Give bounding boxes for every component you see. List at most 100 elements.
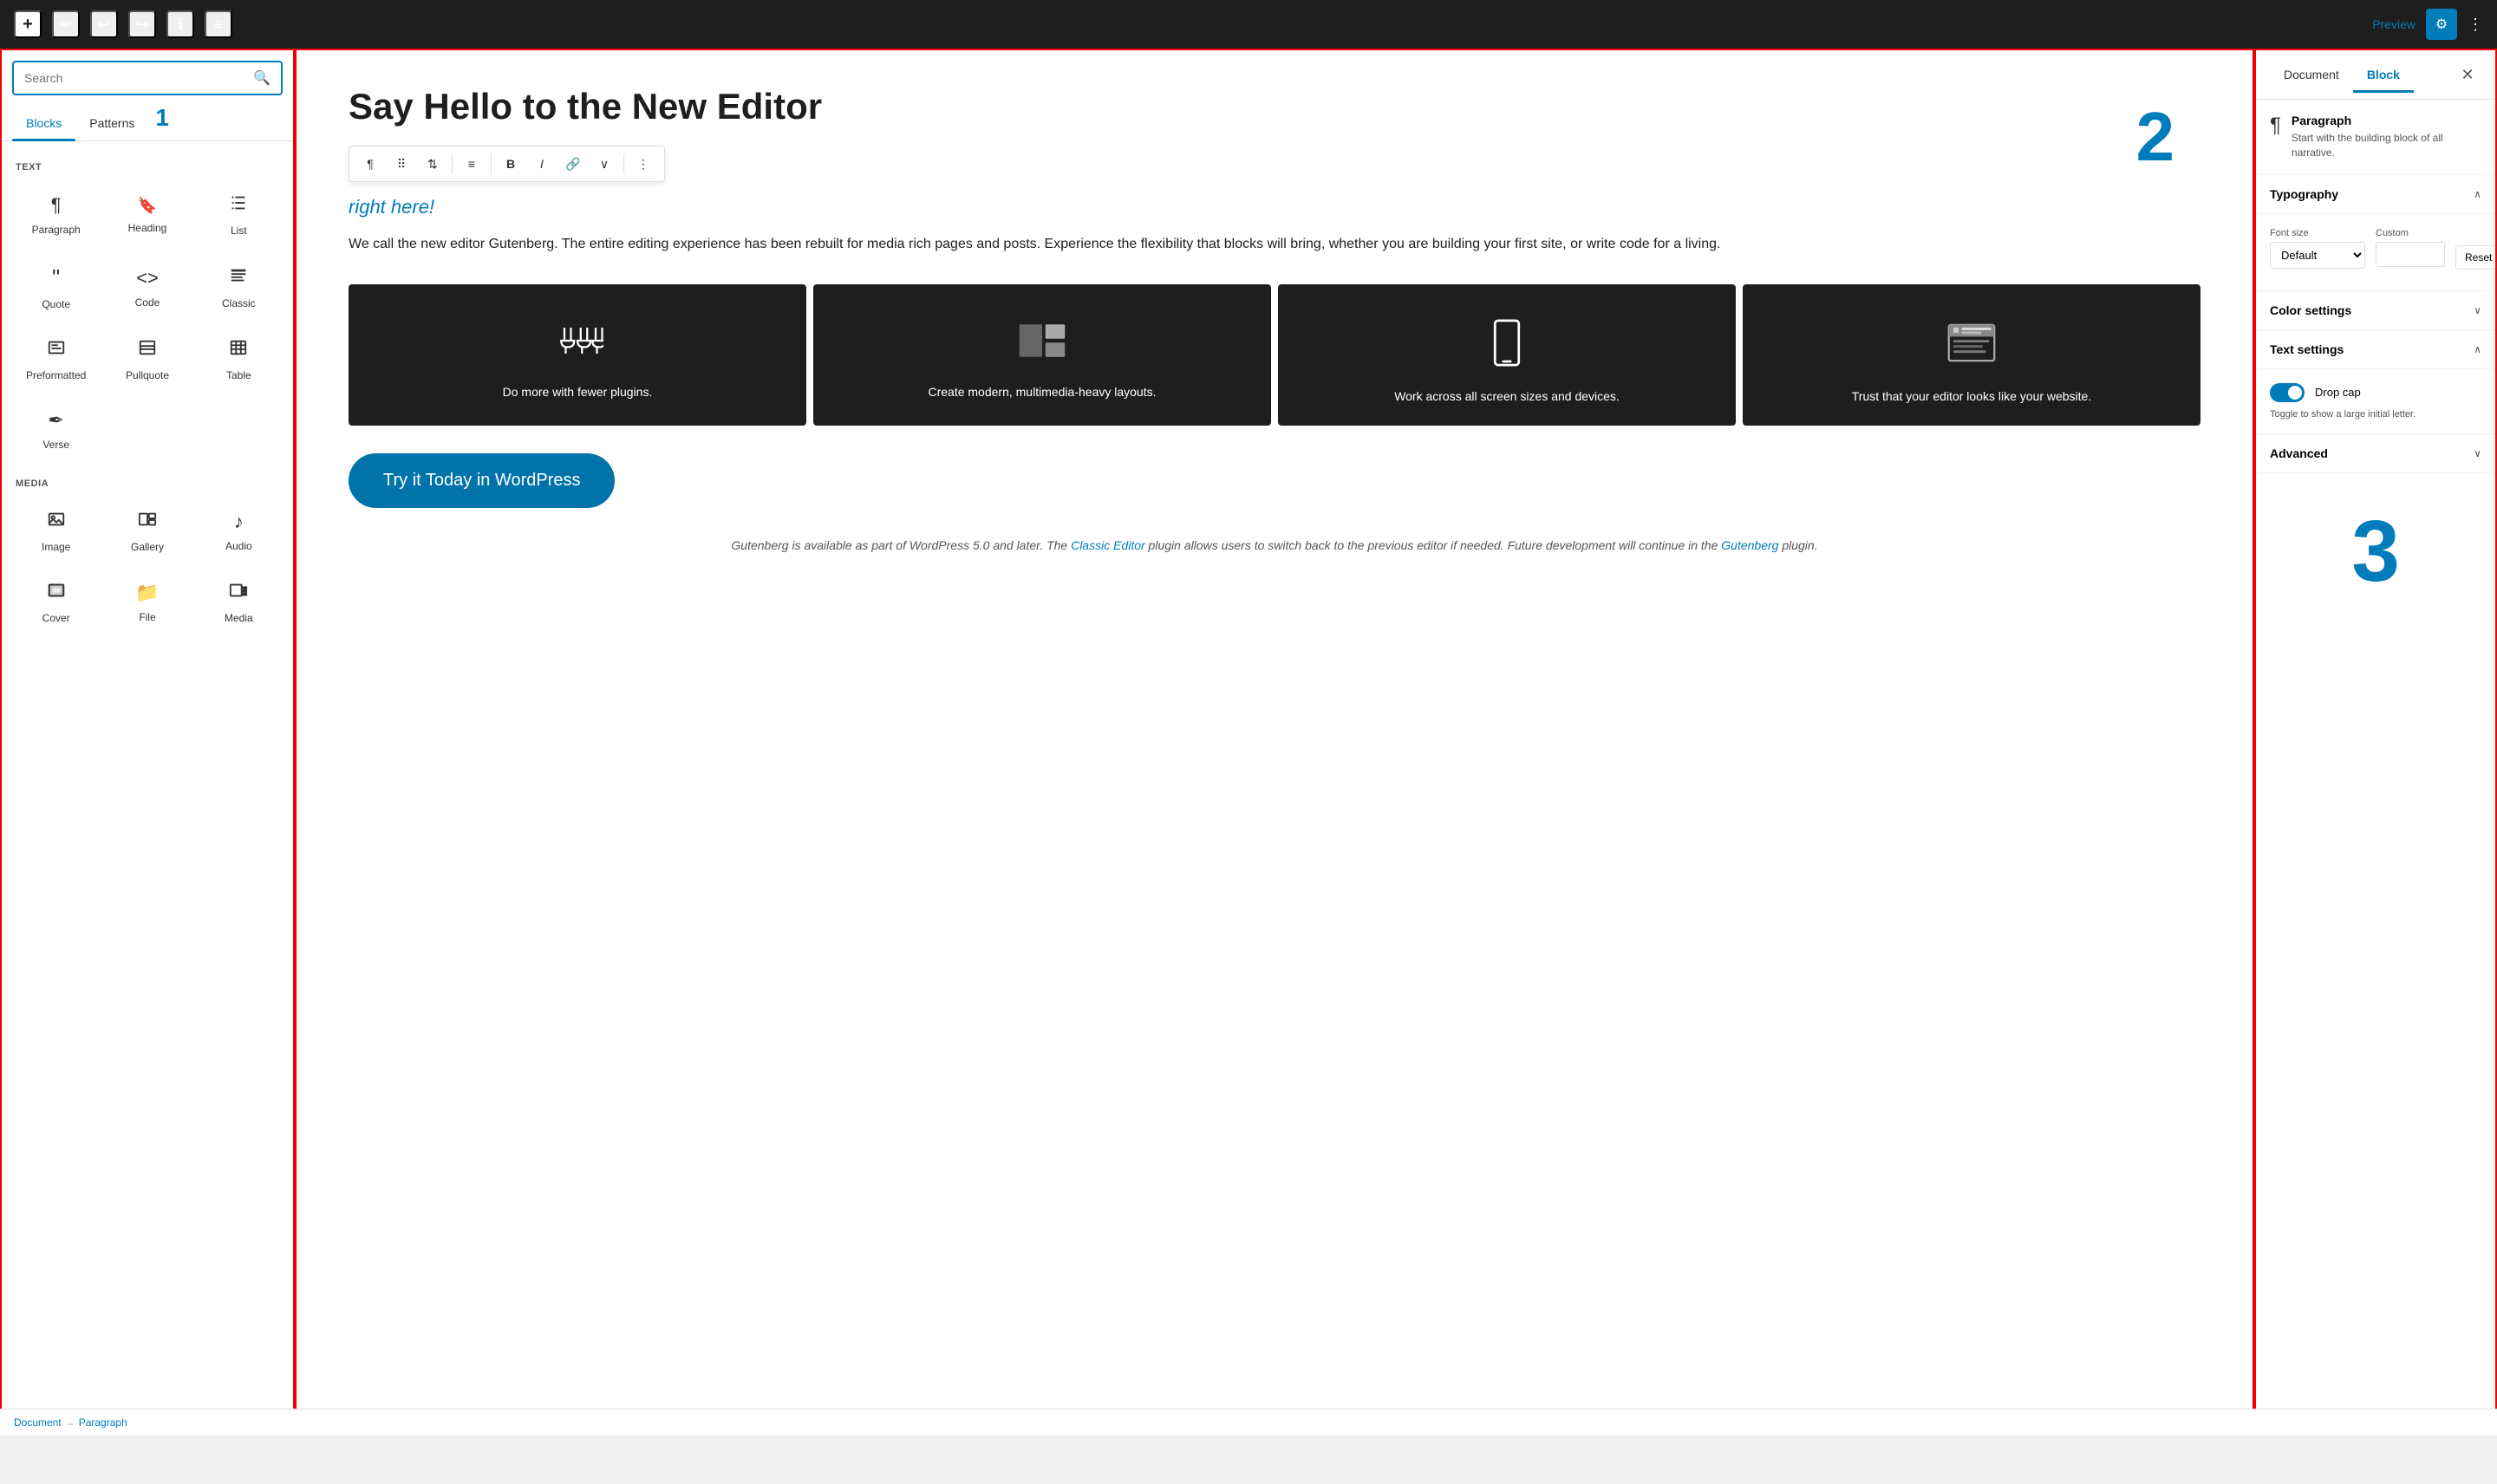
block-code[interactable]: <> Code <box>103 251 191 321</box>
section-number-1: 1 <box>155 106 169 140</box>
drop-cap-toggle[interactable] <box>2270 383 2305 402</box>
paragraph-type-button[interactable]: ¶ <box>356 150 384 178</box>
topbar-left: + ✏ ↩ ↪ ℹ ≡ <box>14 10 232 38</box>
custom-size-col: Custom <box>2376 228 2445 267</box>
more-formatting-button[interactable]: ∨ <box>590 150 618 178</box>
cta-button[interactable]: Try it Today in WordPress <box>349 453 615 508</box>
block-preformatted[interactable]: Preformatted <box>12 324 100 392</box>
italic-button[interactable]: I <box>528 150 556 178</box>
link-button[interactable]: 🔗 <box>559 150 587 178</box>
block-paragraph[interactable]: ¶ Paragraph <box>12 179 100 247</box>
info-icon[interactable]: ℹ <box>166 10 194 38</box>
selected-text[interactable]: right here! <box>349 196 2200 218</box>
move-up-down-button[interactable]: ⇅ <box>419 150 447 178</box>
text-settings-chevron: ∧ <box>2474 343 2481 355</box>
block-options-button[interactable]: ⋮ <box>629 150 657 178</box>
text-settings-content: Drop cap Toggle to show a large initial … <box>2256 369 2495 434</box>
block-list-label: List <box>231 225 247 237</box>
classic-editor-link[interactable]: Classic Editor <box>1071 538 1145 552</box>
more-options-button[interactable]: ⋮ <box>2468 16 2483 34</box>
block-gallery[interactable]: Gallery <box>103 496 191 563</box>
feature-text-3: Work across all screen sizes and devices… <box>1394 388 1620 406</box>
block-list[interactable]: List <box>195 179 283 247</box>
add-block-button[interactable]: + <box>14 10 42 38</box>
search-box[interactable]: 🔍 <box>12 61 283 95</box>
block-audio[interactable]: ♪ Audio <box>195 496 283 563</box>
pencil-icon[interactable]: ✏ <box>52 10 80 38</box>
block-preformatted-label: Preformatted <box>26 369 86 381</box>
typography-section-header[interactable]: Typography ∧ <box>2256 175 2495 214</box>
color-settings-section-header[interactable]: Color settings ∨ <box>2256 291 2495 330</box>
number-badge-3: 3 <box>2256 473 2495 629</box>
panel-tab-document[interactable]: Document <box>2270 57 2353 92</box>
block-code-label: Code <box>135 296 160 309</box>
block-image[interactable]: Image <box>12 496 100 563</box>
block-table[interactable]: Table <box>195 324 283 392</box>
block-pullquote[interactable]: Pullquote <box>103 324 191 392</box>
classic-icon <box>229 266 248 290</box>
block-toolbar: ¶ ⠿ ⇅ ≡ B I 🔗 ∨ ⋮ <box>349 146 665 182</box>
block-quote[interactable]: " Quote <box>12 251 100 321</box>
breadcrumb-arrow: → <box>65 1416 75 1429</box>
right-panel: Document Block ✕ ¶ Paragraph Start with … <box>2254 49 2497 1435</box>
tab-blocks[interactable]: Blocks <box>12 106 75 140</box>
advanced-section-header[interactable]: Advanced ∨ <box>2256 434 2495 473</box>
block-file[interactable]: 📁 File <box>103 567 191 635</box>
custom-size-input[interactable] <box>2376 242 2445 267</box>
tab-patterns[interactable]: Patterns <box>75 106 148 140</box>
font-size-select[interactable]: Default Small Normal Large Huge <box>2270 242 2365 269</box>
advanced-chevron: ∨ <box>2474 447 2481 459</box>
block-cover[interactable]: Cover <box>12 567 100 635</box>
table-icon <box>229 338 248 362</box>
typography-chevron: ∧ <box>2474 188 2481 200</box>
font-size-label: Font size <box>2270 228 2365 238</box>
list-view-icon[interactable]: ≡ <box>205 10 232 38</box>
feature-text-1: Do more with fewer plugins. <box>503 384 653 401</box>
block-quote-label: Quote <box>42 298 70 310</box>
align-button[interactable]: ≡ <box>458 150 486 178</box>
drop-cap-row: Drop cap <box>2270 383 2481 402</box>
undo-icon[interactable]: ↩ <box>90 10 118 38</box>
close-panel-button[interactable]: ✕ <box>2454 61 2481 88</box>
block-verse[interactable]: ✒ Verse <box>12 395 100 461</box>
color-chevron: ∨ <box>2474 304 2481 316</box>
preview-button[interactable]: Preview <box>2372 17 2416 31</box>
paragraph-icon: ¶ <box>51 194 62 217</box>
block-verse-label: Verse <box>42 439 69 451</box>
bold-button[interactable]: B <box>497 150 525 178</box>
heading-icon: 🔖 <box>138 197 157 215</box>
block-heading[interactable]: 🔖 Heading <box>103 179 191 247</box>
gutenberg-link[interactable]: Gutenberg <box>1721 538 1778 552</box>
code-icon: <> <box>136 267 159 290</box>
pullquote-icon <box>138 338 157 362</box>
editor-icon <box>1946 319 1998 374</box>
block-classic[interactable]: Classic <box>195 251 283 321</box>
footer-text: Gutenberg is available as part of WordPr… <box>349 536 2200 555</box>
list-icon <box>229 193 248 218</box>
toolbar-divider-1 <box>452 153 453 174</box>
font-size-row: Font size Default Small Normal Large Hug… <box>2270 228 2481 270</box>
panel-tab-block[interactable]: Block <box>2353 57 2414 92</box>
block-media[interactable]: Media <box>195 567 283 635</box>
text-settings-section-header[interactable]: Text settings ∧ <box>2256 330 2495 369</box>
search-area: 🔍 <box>2 50 293 106</box>
editor-body-text[interactable]: We call the new editor Gutenberg. The en… <box>349 232 2200 256</box>
drag-handle-button[interactable]: ⠿ <box>388 150 415 178</box>
typography-label: Typography <box>2270 187 2338 201</box>
editor-title[interactable]: Say Hello to the New Editor <box>349 85 2200 128</box>
block-file-label: File <box>139 611 155 623</box>
search-input[interactable] <box>24 71 246 85</box>
block-paragraph-label: Paragraph <box>32 224 81 236</box>
reset-button[interactable]: Reset <box>2455 245 2497 270</box>
block-table-label: Table <box>226 369 251 381</box>
breadcrumb-paragraph[interactable]: Paragraph <box>79 1416 127 1429</box>
font-size-col: Font size Default Small Normal Large Hug… <box>2270 228 2365 269</box>
block-heading-label: Heading <box>128 222 167 234</box>
block-tabs: Blocks Patterns 1 <box>2 106 293 141</box>
settings-button[interactable]: ⚙ <box>2426 9 2457 40</box>
redo-icon[interactable]: ↪ <box>128 10 156 38</box>
block-description: Paragraph Start with the building block … <box>2292 114 2481 160</box>
left-panel: 🔍 Blocks Patterns 1 TEXT ¶ Paragraph 🔖 <box>0 49 295 1435</box>
breadcrumb-document[interactable]: Document <box>14 1416 62 1429</box>
media-section-label: MEDIA <box>12 468 283 496</box>
